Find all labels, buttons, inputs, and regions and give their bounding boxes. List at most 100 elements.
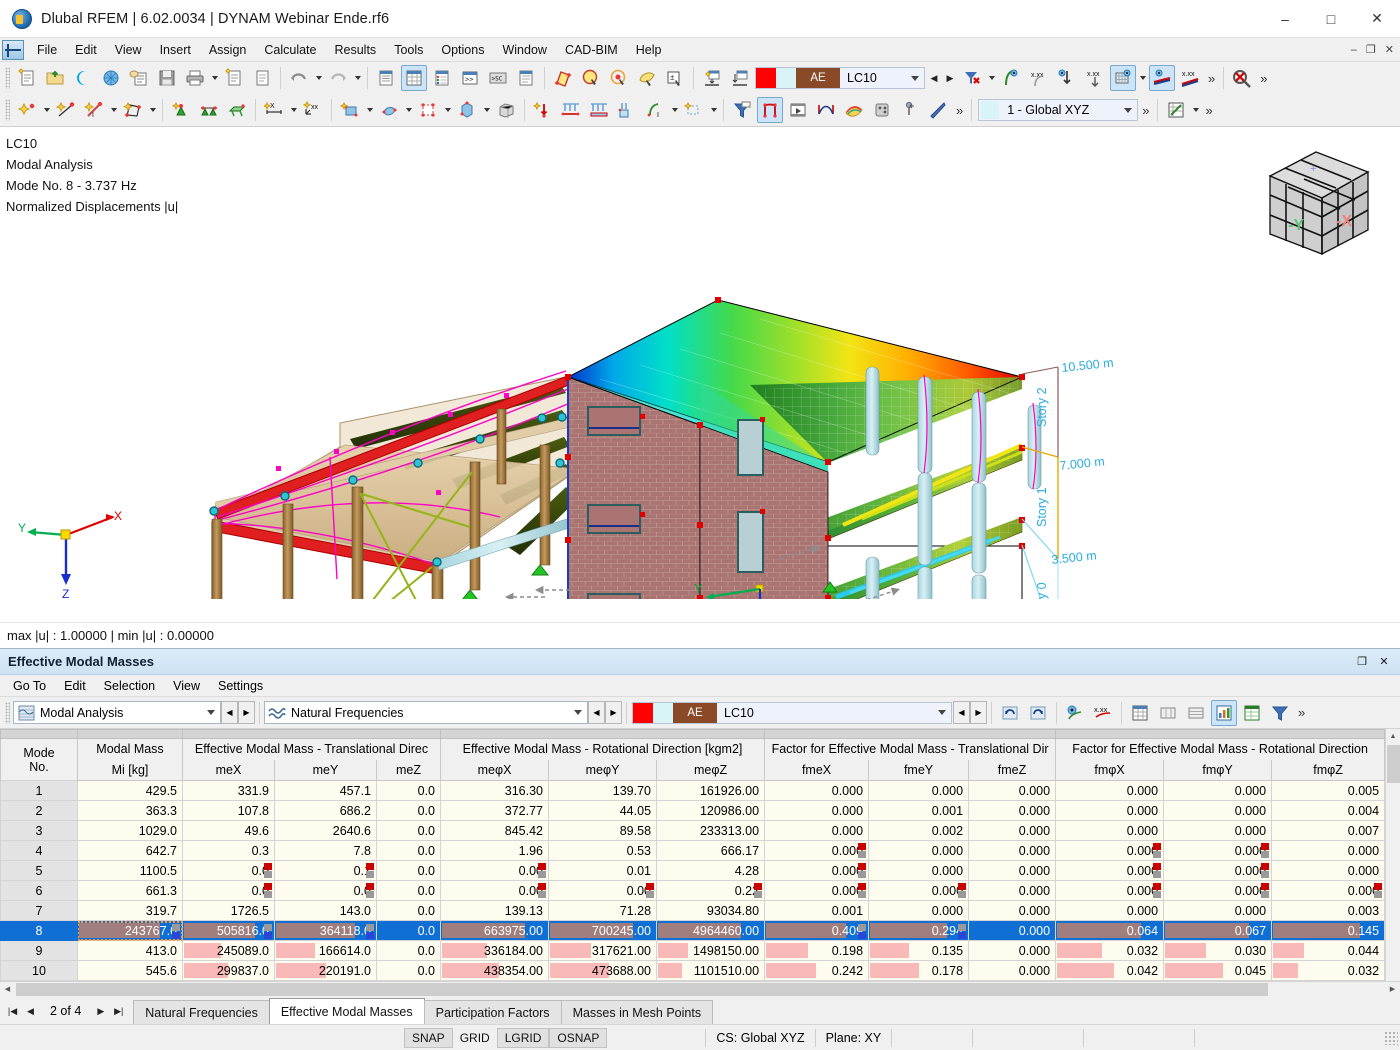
- menu-cadbim[interactable]: CAD-BIM: [556, 41, 627, 59]
- toolbar-overflow-4[interactable]: »: [1138, 103, 1153, 118]
- table-cell[interactable]: 331.9: [182, 780, 275, 801]
- table-cell[interactable]: 364118.0: [274, 920, 377, 941]
- results-panel-float-button[interactable]: ❐: [1352, 652, 1372, 672]
- table-cell[interactable]: 0.000: [968, 900, 1057, 921]
- table-cell[interactable]: 0.000: [1163, 880, 1273, 901]
- table-cell[interactable]: 0.000: [1163, 840, 1273, 861]
- table-row[interactable]: 3 1029.0 49.6 2640.6 0.0 845.42 89.58 233313.00…: [0, 820, 1385, 841]
- column-group-modal-mass[interactable]: Modal Mass: [77, 738, 183, 760]
- table-cell[interactable]: 0.0: [375, 800, 442, 821]
- filter-dropdown-caret[interactable]: [986, 65, 997, 91]
- menu-assign[interactable]: Assign: [200, 41, 256, 59]
- table-cell[interactable]: 143.0: [274, 900, 377, 921]
- clipping-plane-button[interactable]: [925, 97, 951, 123]
- table-cell[interactable]: 299837.0: [182, 960, 275, 981]
- dimension-xx-button[interactable]: xx: [300, 97, 326, 123]
- results-table-dropdown-caret[interactable]: [1190, 97, 1201, 123]
- show-numeric-values-button[interactable]: x.xx: [1090, 700, 1116, 726]
- undo-button[interactable]: [286, 65, 312, 91]
- table-cell[interactable]: 0.045: [1163, 960, 1273, 981]
- table-row[interactable]: 7 319.7 1726.5 143.0 0.0 139.13 71.28 93034.80 0…: [0, 900, 1385, 921]
- table-cell[interactable]: 0.000: [1055, 780, 1165, 801]
- table-cell[interactable]: 0.000: [1055, 840, 1165, 861]
- toolbar-overflow-3[interactable]: »: [952, 103, 967, 118]
- table-cell[interactable]: 0.294: [868, 920, 970, 941]
- toolbar-overflow-2[interactable]: »: [1256, 71, 1271, 86]
- nodal-support-button[interactable]: [168, 97, 194, 123]
- table-vertical-scrollbar[interactable]: ▲: [1385, 729, 1400, 981]
- column-symbol-mephix[interactable]: meφX: [440, 759, 550, 781]
- table-cell[interactable]: 0.000: [968, 920, 1057, 941]
- column-symbol-mex[interactable]: meX: [182, 759, 275, 781]
- select-all-button[interactable]: [550, 65, 576, 91]
- table-cell[interactable]: 0.0: [375, 840, 442, 861]
- select-circle-button[interactable]: [606, 65, 632, 91]
- table-cell[interactable]: 0.000: [968, 820, 1057, 841]
- solid-load-button[interactable]: [614, 97, 640, 123]
- table-cell[interactable]: 1.96: [440, 840, 550, 861]
- opening-dropdown-caret[interactable]: [442, 97, 453, 123]
- table-cell[interactable]: 0.000: [968, 880, 1057, 901]
- result-table-selector[interactable]: Natural Frequencies: [264, 701, 588, 724]
- table-cell[interactable]: 7.8: [274, 840, 377, 861]
- cs-dropdown-caret[interactable]: [1119, 99, 1137, 121]
- dimension-dropdown-caret[interactable]: [288, 97, 299, 123]
- column-group-factor-rotational[interactable]: Factor for Effective Modal Mass - Rotati…: [1055, 738, 1385, 760]
- table-cell[interactable]: 0.002: [868, 820, 970, 841]
- table-cell[interactable]: 0.000: [764, 800, 870, 821]
- save-button[interactable]: [154, 65, 180, 91]
- table-cell[interactable]: 44.05: [548, 800, 658, 821]
- menu-tools[interactable]: Tools: [385, 41, 432, 59]
- table-row[interactable]: 8 243767.6 505816.0 364118.0 0.0 663975.00 700…: [0, 920, 1385, 941]
- table-cell[interactable]: 0.178: [868, 960, 970, 981]
- tab-masses-in-mesh-points[interactable]: Masses in Mesh Points: [560, 1000, 714, 1024]
- line-load-button[interactable]: [558, 97, 584, 123]
- table-cell[interactable]: 0.067: [1163, 920, 1273, 941]
- table-cell[interactable]: 1029.0: [77, 820, 183, 841]
- redo-button[interactable]: [325, 65, 351, 91]
- column-symbol-fmphix[interactable]: fmφX: [1055, 759, 1165, 781]
- table-cell[interactable]: 0.000: [968, 940, 1057, 961]
- new-opening-button[interactable]: [415, 97, 441, 123]
- document-button[interactable]: [249, 65, 275, 91]
- table-cell[interactable]: 0.007: [1271, 820, 1385, 841]
- results-load-case-next-button[interactable]: ▶: [970, 701, 987, 724]
- dimension-x-button[interactable]: X: [261, 97, 287, 123]
- column-symbol-fmex[interactable]: fmeX: [764, 759, 870, 781]
- table-cell[interactable]: 0.000: [1163, 900, 1273, 921]
- table-cell[interactable]: 120986.00: [656, 800, 766, 821]
- moment-diagram-button[interactable]: [813, 97, 839, 123]
- results-panel-close-button[interactable]: ✕: [1374, 652, 1394, 672]
- table-cell[interactable]: 0.0: [375, 820, 442, 841]
- table-cell[interactable]: 686.2: [274, 800, 377, 821]
- table-cell[interactable]: 0.001: [764, 900, 870, 921]
- table-row[interactable]: 9 413.0 245089.0 166614.0 0.0 336184.00 317621…: [0, 940, 1385, 961]
- surface-dropdown-caret[interactable]: [147, 97, 158, 123]
- table-filter-button[interactable]: [1127, 700, 1153, 726]
- open-model-button[interactable]: [42, 65, 68, 91]
- surface-results-button[interactable]: [1110, 65, 1136, 91]
- results-menu-goto[interactable]: Go To: [4, 678, 55, 694]
- column-symbol-mi[interactable]: Mi [kg]: [77, 759, 183, 781]
- table-cell[interactable]: 0.409: [764, 920, 870, 941]
- table-cell[interactable]: 0.0: [375, 960, 442, 981]
- menu-help[interactable]: Help: [627, 41, 671, 59]
- animation-button[interactable]: [785, 97, 811, 123]
- mdi-minimize-button[interactable]: –: [1351, 44, 1357, 56]
- table-cell[interactable]: 545.6: [77, 960, 183, 981]
- table-cell[interactable]: 0.042: [1055, 960, 1165, 981]
- column-group-factor-translational[interactable]: Factor for Effective Modal Mass - Transl…: [764, 738, 1057, 760]
- table-horizontal-scrollbar[interactable]: ◀ ▶: [0, 981, 1400, 996]
- results-menu-settings[interactable]: Settings: [209, 678, 272, 694]
- table-cell[interactable]: 0.000: [868, 780, 970, 801]
- free-load-dropdown-caret[interactable]: [669, 97, 680, 123]
- free-load-button[interactable]: I: [642, 97, 668, 123]
- table-cell[interactable]: 0.000: [1271, 840, 1385, 861]
- isoline-results-button[interactable]: [1149, 65, 1175, 91]
- table-row[interactable]: 2 363.3 107.8 686.2 0.0 372.77 44.05 120986.00 0…: [0, 800, 1385, 821]
- analysis-next-button[interactable]: ▶: [238, 701, 255, 724]
- toolbar-overflow-1[interactable]: »: [1204, 71, 1219, 86]
- render-mode-button[interactable]: [869, 97, 895, 123]
- table-row[interactable]: 1 429.5 331.9 457.1 0.0 316.30 139.70 161926.00…: [0, 780, 1385, 801]
- table-cell[interactable]: 0.0: [375, 920, 442, 941]
